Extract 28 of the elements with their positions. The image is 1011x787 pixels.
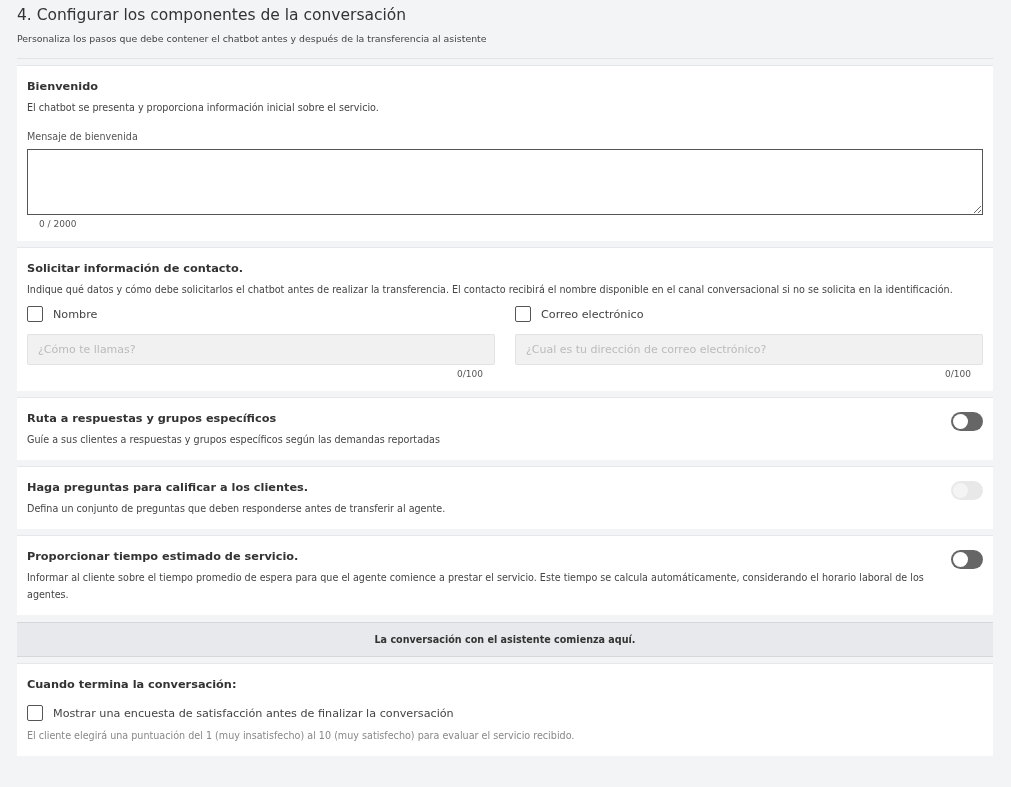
card-description: Defina un conjunto de preguntas que deben responderse antes de transferir al agente. (27, 502, 446, 516)
card-title: Bienvenido (27, 80, 99, 93)
card-description: Guíe a sus clientes a respuestas y grupos específicos según las demandas reportadas (27, 433, 440, 447)
welcome-message-field[interactable] (27, 149, 983, 215)
card-title: Solicitar información de contacto. (27, 262, 244, 275)
checkbox[interactable] (27, 705, 43, 721)
character-counter: 0/100 (944, 369, 972, 379)
survey-note: El cliente elegirá una puntuación del 1 (muy insatisfecho) al 10 (muy satisfecho) para evaluar el servicio recibido. (27, 729, 576, 743)
field-label: Mensaje de bienvenida (27, 131, 139, 142)
toggle-switch[interactable] (951, 550, 983, 569)
conversation-start-banner: La conversación con el asistente comienza aquí. (17, 622, 993, 657)
checkbox-label: Correo electrónico (541, 307, 644, 321)
checkbox-label: Nombre (53, 307, 98, 321)
toggle-switch[interactable] (951, 412, 983, 431)
card-title: Cuando termina la conversación: (27, 678, 238, 691)
section-subtitle: Personaliza los pasos que debe contener el chatbot antes y después de la transferencia al asistente (17, 33, 488, 44)
checkbox-label: Mostrar una encuesta de satisfacción antes de finalizar la conversación (53, 706, 454, 720)
character-counter: 0 / 2000 (38, 219, 78, 229)
section-title: 4. Configurar los componentes de la conversación (17, 6, 408, 24)
checkbox[interactable] (27, 306, 43, 322)
card-title: Haga preguntas para calificar a los clientes. (27, 481, 310, 494)
card-description: El chatbot se presenta y proporciona información inicial sobre el servicio. (27, 101, 380, 115)
character-counter: 0/100 (456, 369, 484, 379)
card-title: Ruta a respuestas y grupos específicos (27, 412, 278, 425)
card-description: Indique qué datos y cómo debe solicitarlos el chatbot antes de realizar la transferencia. El contacto recibirá el nombre disponible en el canal conversacional si no se solicita en la identificación. (27, 283, 954, 297)
card-title: Proporcionar tiempo estimado de servicio. (27, 550, 300, 563)
checkbox[interactable] (515, 306, 531, 322)
card-description: Informar al cliente sobre el tiempo promedio de espera para que el agente comience a prestar el servicio. Este tiempo se calcula automáticamente, considerando el horario laboral de los agentes. (27, 571, 925, 602)
